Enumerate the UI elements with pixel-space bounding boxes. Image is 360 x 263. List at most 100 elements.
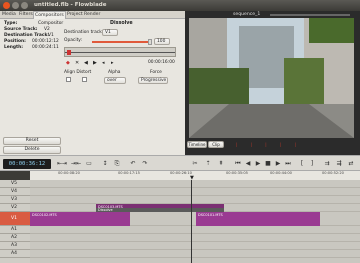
edit-toolbar: 00:00:36:12 ⇤⇥ ⇥⇤ ▭ ↕ ⎘ ↶ ↷ ✂ ⇡ ⇞ ⏮ ◀ ▶ … [0, 155, 360, 171]
destination-track-select[interactable]: V1 [102, 29, 118, 36]
delete-button[interactable]: Delete [3, 146, 61, 154]
v1-clip-a-label: DSC0102.MTS [32, 213, 57, 217]
close-window-button[interactable] [3, 2, 10, 9]
track-v4[interactable] [30, 188, 360, 196]
prev-frame-button-icon[interactable]: ◀ [244, 160, 252, 168]
mark-out-icon[interactable]: ] [308, 160, 316, 168]
playhead-line[interactable] [191, 180, 192, 263]
maximize-window-button[interactable] [21, 2, 28, 9]
track-head-v1[interactable]: V1 [0, 212, 30, 226]
next-keyframe-icon[interactable]: ▶ [93, 59, 97, 67]
next-frame-button-icon[interactable]: ▶ [274, 160, 282, 168]
prev-keyframe-icon[interactable]: ◀ [84, 59, 88, 67]
track-head-v3[interactable]: V3 [0, 196, 30, 204]
ruler-tick: 00:00:35:05 [226, 171, 248, 175]
cut-icon[interactable]: ✂ [190, 160, 200, 168]
track-v5[interactable] [30, 180, 360, 188]
alpha-select[interactable]: over [104, 77, 126, 84]
track-head-v5[interactable]: V5 [0, 180, 30, 188]
v1-clip-b-label: DSC0101.MTS [198, 213, 223, 217]
opacity-label: Opacity: [64, 38, 83, 43]
opacity-value: 100 [157, 39, 166, 44]
ruler-tick: 00:00:52:20 [322, 171, 344, 175]
track-headers: V5 V4 V3 V2 V1 A1 A2 A3 A4 [0, 180, 30, 263]
distort-checkbox[interactable] [82, 77, 87, 82]
prev-frame-icon[interactable]: ◂ [102, 59, 105, 67]
ruler-tick: 00:00:17:15 [118, 171, 140, 175]
keyframe-position-line [65, 52, 175, 53]
undo-icon[interactable]: ↶ [128, 160, 138, 168]
lift-icon[interactable]: ⇡ [203, 160, 213, 168]
ruler-tick: 00:00:08:20 [58, 171, 80, 175]
alpha-value: over [107, 78, 117, 83]
track-head-a3[interactable]: A3 [0, 242, 30, 250]
zoom-fit-icon[interactable]: ▭ [84, 160, 94, 168]
info-value: 00:00:24:11 [32, 45, 59, 50]
compositor-panel: Media Filters Compositors Project Render… [0, 11, 185, 155]
track-a2[interactable] [30, 234, 360, 242]
track-head-v2[interactable]: V2 [0, 204, 30, 212]
notebook-tabs: Media Filters Compositors Project Render [0, 11, 185, 19]
clip-button[interactable]: Clip [208, 141, 224, 148]
delete-keyframe-icon[interactable]: ✕ [75, 59, 79, 67]
timeline-button[interactable]: Timeline [187, 141, 207, 148]
tab-media[interactable]: Media [1, 11, 17, 19]
timeline-tracks[interactable]: DSC0103.MTS Dissolve DSC0102.MTS DSC0101… [30, 180, 360, 263]
zoom-out-icon[interactable]: ⇥⇤ [70, 160, 82, 168]
go-end-icon[interactable]: ⏭ [284, 160, 292, 168]
minimize-window-button[interactable] [12, 2, 19, 9]
reset-button[interactable]: Reset [3, 137, 61, 145]
overwrite-icon[interactable]: ↕ [100, 160, 110, 168]
info-key: Length: [4, 45, 24, 50]
tab-render[interactable]: Render [83, 11, 101, 19]
v1-clip-b[interactable]: DSC0101.MTS [196, 212, 320, 226]
play-icon[interactable]: ▶ [254, 160, 262, 168]
timeline-ruler[interactable]: 00:00:08:20 00:00:17:15 00:00:26:10 00:0… [30, 171, 360, 181]
three-point-icon[interactable]: ⇄ [346, 160, 356, 168]
compositor-info: Type: Compositor Source Track: V2 Destinat… [4, 21, 64, 53]
redo-icon[interactable]: ↷ [140, 160, 150, 168]
align-distort-label: Align Distort [64, 70, 92, 75]
track-head-v4[interactable]: V4 [0, 188, 30, 196]
track-a4[interactable] [30, 250, 360, 258]
stop-icon[interactable]: ■ [264, 160, 272, 168]
insert-icon[interactable]: ⎘ [112, 160, 122, 168]
ruler-tick: 00:00:26:10 [170, 171, 192, 175]
go-start-icon[interactable]: ⏮ [234, 160, 242, 168]
sequence-label: sequence_1 [233, 12, 261, 17]
keyframe-marker-icon[interactable] [67, 50, 71, 55]
track-head-a1[interactable]: A1 [0, 226, 30, 234]
opacity-spinbox[interactable]: 100 [154, 38, 170, 45]
destination-track-label: Destination track: [64, 30, 104, 35]
track-v3[interactable] [30, 196, 360, 204]
track-a3[interactable] [30, 242, 360, 250]
info-value: Compositor [38, 21, 64, 26]
align-checkbox[interactable] [66, 77, 71, 82]
mark-in-icon[interactable]: [ [298, 160, 306, 168]
window-title: untitled.flb - Flowblade [34, 2, 107, 8]
monitor-view-slider[interactable] [270, 14, 350, 16]
opacity-slider[interactable] [92, 41, 150, 43]
video-preview [189, 18, 354, 138]
opacity-slider-handle[interactable] [148, 39, 152, 45]
alpha-label: Alpha [108, 70, 121, 75]
tab-filters[interactable]: Filters [18, 11, 34, 19]
append-icon[interactable]: ⇉ [322, 160, 332, 168]
tab-project[interactable]: Project [66, 11, 84, 19]
add-keyframe-icon[interactable]: ◆ [66, 59, 70, 67]
track-head-a4[interactable]: A4 [0, 250, 30, 258]
splice-out-icon[interactable]: ⇞ [216, 160, 226, 168]
video-frame-image [189, 18, 354, 138]
track-a1[interactable] [30, 226, 360, 234]
insert-clip-icon[interactable]: ⇶ [334, 160, 344, 168]
zoom-in-icon[interactable]: ⇤⇥ [56, 160, 68, 168]
v1-clip-a[interactable]: DSC0102.MTS [30, 212, 130, 226]
monitor-playback-marks: | | | | | [236, 142, 302, 147]
force-select[interactable]: Progressive [138, 77, 168, 84]
keyframe-controls: ◆ ✕ ◀ ▶ ◂ ▸ 00:00:16:00 [64, 59, 176, 67]
timecode-display: 00:00:36:12 [3, 159, 51, 169]
next-frame-icon[interactable]: ▸ [111, 59, 114, 67]
keyframe-timeline[interactable] [64, 47, 176, 57]
track-head-a2[interactable]: A2 [0, 234, 30, 242]
tab-compositors[interactable]: Compositors [33, 11, 66, 19]
